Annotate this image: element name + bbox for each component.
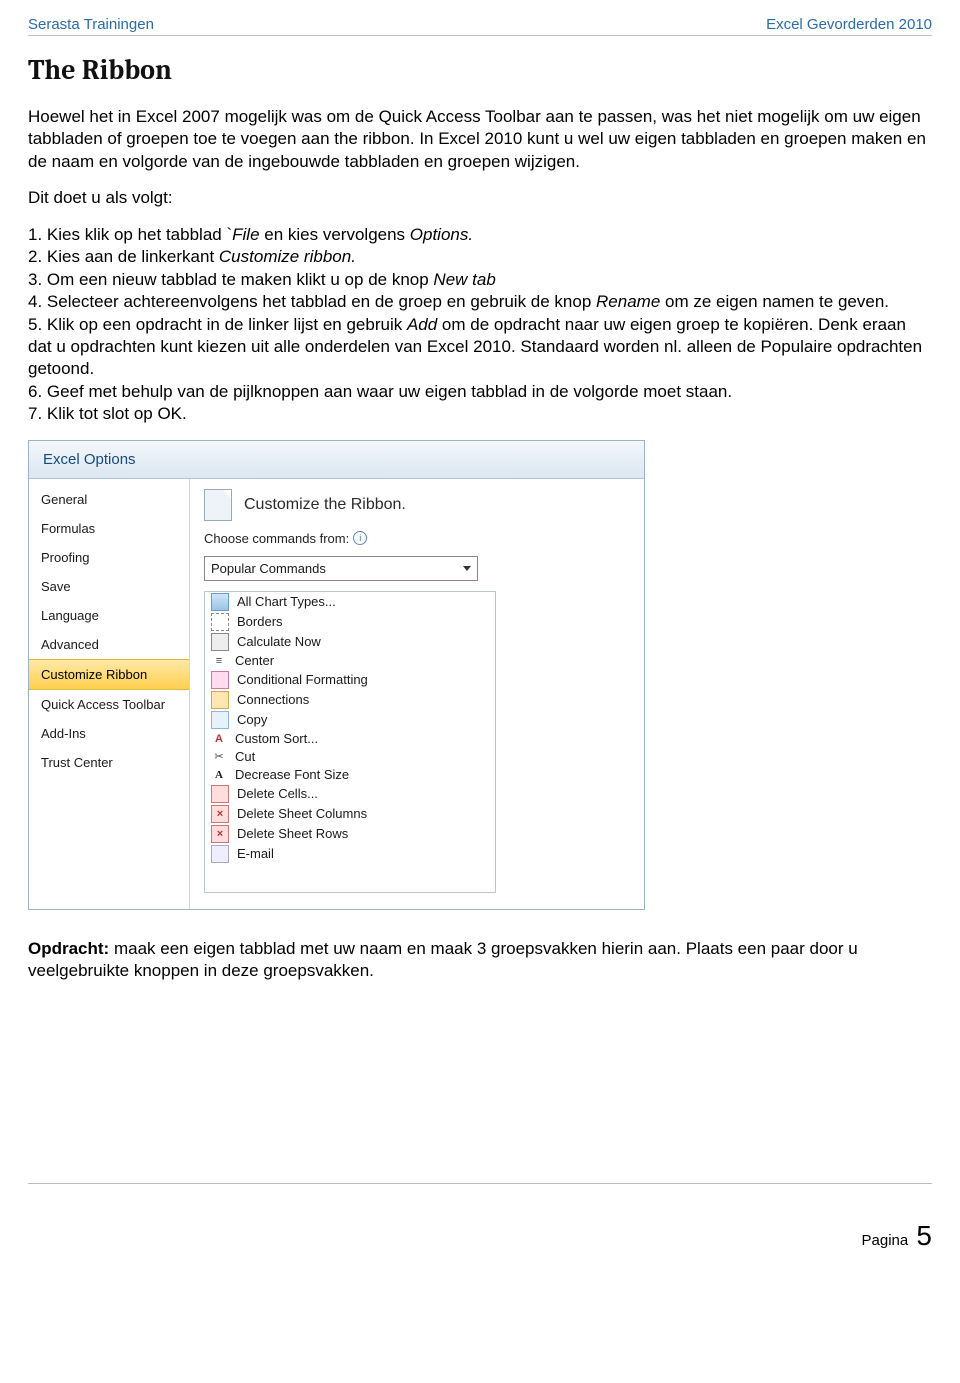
cmd-conditional-formatting[interactable]: Conditional Formatting bbox=[205, 670, 495, 690]
info-icon[interactable]: i bbox=[353, 531, 367, 545]
delete-rows-icon bbox=[211, 825, 229, 843]
cmd-calculate-now[interactable]: Calculate Now bbox=[205, 632, 495, 652]
assignment: Opdracht: maak een eigen tabblad met uw … bbox=[28, 938, 932, 983]
cmd-all-chart-types[interactable]: All Chart Types... bbox=[205, 592, 495, 612]
page-number: 5 bbox=[916, 1220, 932, 1251]
step-3: 3. Om een nieuw tabblad te maken klikt u… bbox=[28, 269, 932, 291]
step-5: 5. Klik op een opdracht in de linker lij… bbox=[28, 314, 932, 381]
dialog-heading: Customize the Ribbon. bbox=[204, 489, 630, 521]
nav-save[interactable]: Save bbox=[29, 572, 189, 601]
calculator-icon bbox=[211, 633, 229, 651]
delete-columns-icon bbox=[211, 805, 229, 823]
nav-advanced[interactable]: Advanced bbox=[29, 630, 189, 659]
align-center-icon: ≡ bbox=[211, 653, 227, 669]
cmd-center[interactable]: ≡Center bbox=[205, 652, 495, 670]
decrease-font-icon: A bbox=[211, 767, 227, 783]
delete-cells-icon bbox=[211, 785, 229, 803]
cmd-cut[interactable]: ✂Cut bbox=[205, 748, 495, 766]
connections-icon bbox=[211, 691, 229, 709]
borders-icon bbox=[211, 613, 229, 631]
commands-list[interactable]: All Chart Types... Borders Calculate Now… bbox=[204, 591, 496, 893]
cmd-custom-sort[interactable]: ACustom Sort... bbox=[205, 730, 495, 748]
chevron-down-icon bbox=[463, 566, 471, 571]
nav-customize-ribbon[interactable]: Customize Ribbon bbox=[29, 659, 189, 690]
step-4: 4. Selecteer achtereenvolgens het tabbla… bbox=[28, 291, 932, 313]
email-icon bbox=[211, 845, 229, 863]
header-right: Excel Gevorderden 2010 bbox=[766, 16, 932, 33]
chart-icon bbox=[211, 593, 229, 611]
intro-paragraph: Hoewel het in Excel 2007 mogelijk was om… bbox=[28, 106, 932, 173]
lead-line: Dit doet u als volgt: bbox=[28, 187, 932, 209]
page-header: Serasta Trainingen Excel Gevorderden 201… bbox=[28, 16, 932, 36]
commands-dropdown[interactable]: Popular Commands bbox=[204, 556, 478, 581]
sort-icon: A bbox=[211, 731, 227, 747]
cmd-delete-sheet-columns[interactable]: Delete Sheet Columns bbox=[205, 804, 495, 824]
footer-divider bbox=[28, 1183, 932, 1184]
dialog-nav: General Formulas Proofing Save Language … bbox=[29, 479, 190, 909]
nav-general[interactable]: General bbox=[29, 485, 189, 514]
nav-addins[interactable]: Add-Ins bbox=[29, 719, 189, 748]
nav-language[interactable]: Language bbox=[29, 601, 189, 630]
cmd-delete-cells[interactable]: Delete Cells... bbox=[205, 784, 495, 804]
conditional-formatting-icon bbox=[211, 671, 229, 689]
step-1: 1. Kies klik op het tabblad `File en kie… bbox=[28, 224, 932, 246]
nav-qat[interactable]: Quick Access Toolbar bbox=[29, 690, 189, 719]
cmd-delete-sheet-rows[interactable]: Delete Sheet Rows bbox=[205, 824, 495, 844]
step-6: 6. Geef met behulp van de pijlknoppen aa… bbox=[28, 381, 932, 403]
dialog-title: Excel Options bbox=[29, 441, 644, 479]
nav-proofing[interactable]: Proofing bbox=[29, 543, 189, 572]
step-7: 7. Klik tot slot op OK. bbox=[28, 403, 932, 425]
nav-trust-center[interactable]: Trust Center bbox=[29, 748, 189, 777]
scissors-icon: ✂ bbox=[211, 749, 227, 765]
page-title: The Ribbon bbox=[28, 54, 932, 86]
cmd-connections[interactable]: Connections bbox=[205, 690, 495, 710]
cmd-borders[interactable]: Borders bbox=[205, 612, 495, 632]
page-footer: Pagina 5 bbox=[0, 1212, 960, 1272]
ribbon-page-icon bbox=[204, 489, 232, 521]
cmd-email[interactable]: E-mail bbox=[205, 844, 495, 864]
nav-formulas[interactable]: Formulas bbox=[29, 514, 189, 543]
cmd-decrease-font-size[interactable]: ADecrease Font Size bbox=[205, 766, 495, 784]
cmd-copy[interactable]: Copy bbox=[205, 710, 495, 730]
copy-icon bbox=[211, 711, 229, 729]
header-left: Serasta Trainingen bbox=[28, 16, 154, 33]
step-2: 2. Kies aan de linkerkant Customize ribb… bbox=[28, 246, 932, 268]
choose-commands-label: Choose commands from: i bbox=[204, 531, 630, 546]
excel-options-dialog: Excel Options General Formulas Proofing … bbox=[28, 440, 645, 910]
